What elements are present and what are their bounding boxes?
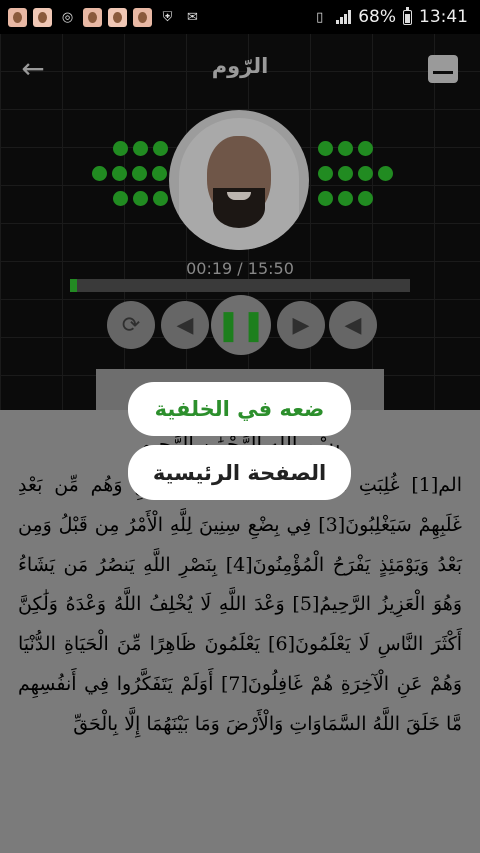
contact-photo-icon bbox=[108, 7, 127, 27]
equalizer-dots-right bbox=[318, 141, 393, 216]
equalizer-dots-left bbox=[92, 141, 168, 216]
next-icon[interactable]: ▶ bbox=[277, 301, 325, 349]
home-page-button[interactable]: الصفحة الرئيسية bbox=[128, 445, 351, 500]
repeat-icon[interactable]: ⟳ bbox=[107, 301, 155, 349]
progress-bar[interactable] bbox=[70, 279, 410, 292]
shield-icon: ⛨ bbox=[162, 9, 173, 25]
pause-icon[interactable]: ❚❚ bbox=[211, 295, 271, 355]
player-area: ← الرّوم 00:19 / 15:50 ⟳ ◀ ❚❚ ▶ ◀ bbox=[0, 34, 480, 415]
signal-icon bbox=[336, 10, 352, 24]
page-title: الرّوم bbox=[211, 54, 269, 78]
progress-fill bbox=[70, 279, 77, 292]
background-play-button[interactable]: ضعه في الخلفية bbox=[128, 382, 351, 436]
arrow-left-icon[interactable]: ← bbox=[18, 55, 48, 84]
menu-icon[interactable] bbox=[428, 55, 458, 83]
vibrate-icon: ▯ bbox=[316, 9, 324, 25]
reciter-avatar bbox=[169, 110, 309, 250]
previous-icon[interactable]: ◀ bbox=[161, 301, 209, 349]
contact-photo-icon bbox=[33, 7, 52, 27]
email-icon: ✉ bbox=[187, 9, 198, 25]
sync-icon: ◎ bbox=[61, 9, 74, 25]
contact-photo-icon bbox=[8, 7, 27, 27]
contact-photo-icon bbox=[83, 7, 102, 27]
playback-controls: ⟳ ◀ ❚❚ ▶ ◀ bbox=[103, 295, 383, 363]
ayah-text: الم[1] غُلِبَتِ الرُّومُ[2] فِي أَدْنَى … bbox=[18, 474, 462, 735]
playback-time: 00:19 / 15:50 bbox=[186, 259, 294, 278]
notification-icons: ◎ ⛨ ✉ bbox=[0, 7, 202, 27]
contact-photo-icon bbox=[133, 7, 152, 27]
volume-icon[interactable]: ◀ bbox=[329, 301, 377, 349]
battery-icon bbox=[403, 6, 412, 25]
battery-percent: 68% bbox=[358, 7, 396, 27]
status-bar: ◎ ⛨ ✉ ▯ 68% 13:41 bbox=[0, 0, 480, 34]
clock: 13:41 bbox=[419, 7, 468, 27]
